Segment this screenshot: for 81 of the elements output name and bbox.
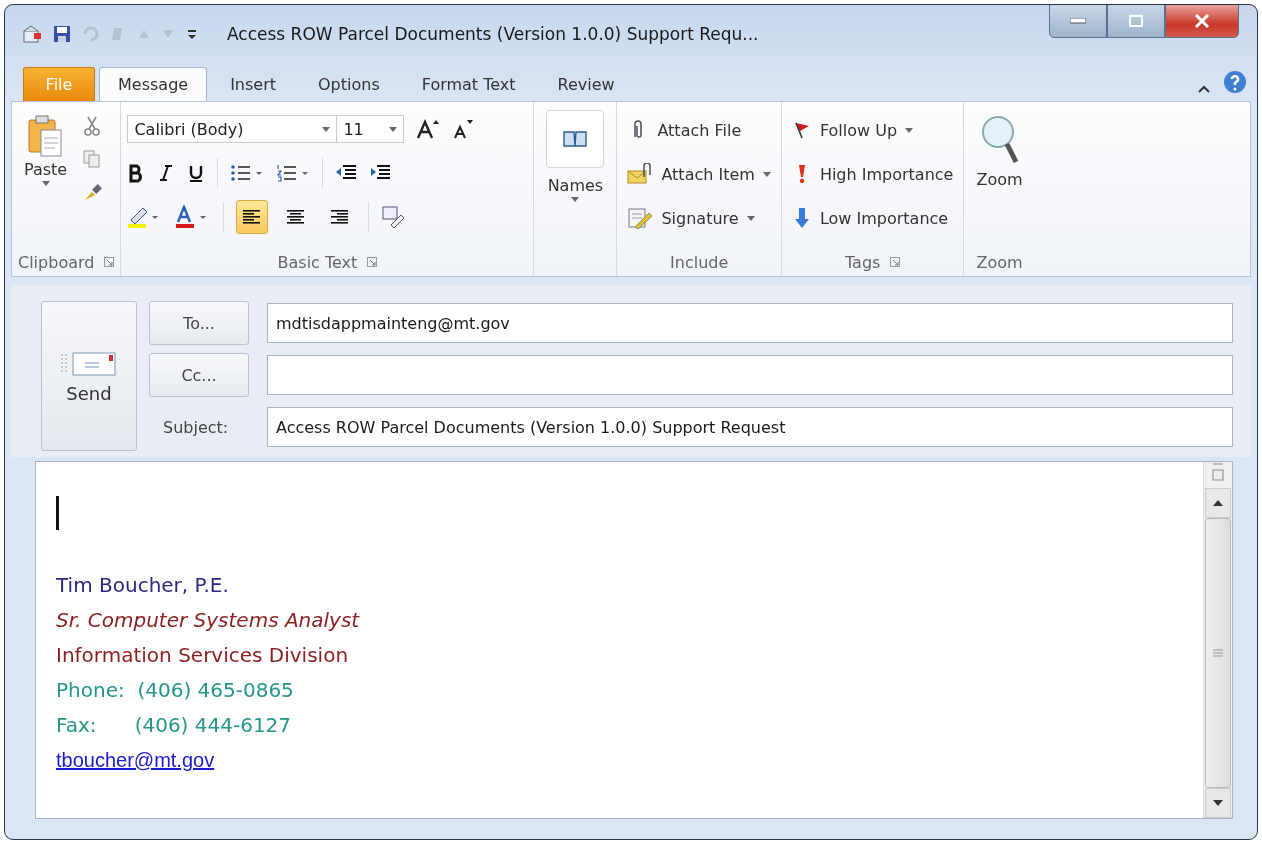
ribbon-tab[interactable]: Review xyxy=(538,67,634,101)
bullets-icon[interactable] xyxy=(230,163,265,183)
signature-button[interactable]: Signature xyxy=(623,198,775,238)
maximize-icon xyxy=(1129,15,1143,27)
send-button[interactable]: Send xyxy=(41,301,137,451)
up-arrow-icon xyxy=(1213,500,1223,506)
collapse-ribbon-icon[interactable] xyxy=(1197,84,1211,94)
group-label: Include xyxy=(670,252,729,272)
minimize-icon xyxy=(1070,18,1086,24)
to-field[interactable]: mdtisdappmainteng@mt.gov xyxy=(267,303,1233,343)
format-painter-icon[interactable] xyxy=(83,182,104,202)
close-icon xyxy=(1194,14,1210,28)
scroll-down-button[interactable] xyxy=(1205,788,1231,818)
save-icon[interactable] xyxy=(53,25,71,43)
caret-icon xyxy=(41,181,50,186)
subject-field[interactable]: Access ROW Parcel Documents (Version 1.0.0) Support Request xyxy=(267,407,1233,447)
align-icon xyxy=(243,209,262,225)
font-size-value: 11 xyxy=(343,119,364,139)
grip-icon xyxy=(1213,649,1223,657)
paste-button[interactable]: Paste xyxy=(18,110,74,248)
minimize-button[interactable] xyxy=(1049,5,1107,38)
exclamation-icon xyxy=(796,163,807,185)
email-link[interactable]: tboucher@mt.gov xyxy=(56,743,215,778)
text-cursor xyxy=(56,496,59,530)
caret-icon xyxy=(905,127,914,133)
caret-icon xyxy=(762,171,771,177)
caret-icon xyxy=(746,215,755,221)
signature-line: Tim Boucher, P.E. xyxy=(56,572,229,599)
attach-file-button[interactable]: Attach File xyxy=(623,110,775,150)
window-title: Access ROW Parcel Documents (Version 1.0.0) Support Requ... xyxy=(227,24,759,44)
cut-icon[interactable] xyxy=(83,116,102,136)
down-arrow-icon xyxy=(1213,800,1223,806)
maximize-button[interactable] xyxy=(1107,5,1165,38)
zoom-button[interactable]: Zoom xyxy=(970,110,1029,248)
signature-line: Fax: (406) 444-6127 xyxy=(56,712,292,739)
clipboard-icon xyxy=(26,114,65,158)
font-name-value: Calibri (Body) xyxy=(134,119,244,139)
styles-icon[interactable] xyxy=(381,205,406,229)
caret-icon xyxy=(571,197,580,202)
ribbon-tab[interactable]: Insert xyxy=(211,67,295,101)
signature-line: Phone: (406) 465-0865 xyxy=(56,677,294,704)
ribbon-tab[interactable]: Options xyxy=(299,67,399,101)
group-label: Basic Text xyxy=(277,252,358,272)
dialog-launcher-icon[interactable] xyxy=(104,257,115,267)
signature-line: Information Services Division xyxy=(56,642,349,669)
scroll-up-button[interactable] xyxy=(1205,488,1231,518)
ribbon-tab[interactable]: Message xyxy=(99,67,208,101)
attach-item-button[interactable]: Attach Item xyxy=(623,154,775,194)
high-importance-button[interactable]: High Importance xyxy=(787,154,958,194)
dialog-launcher-icon[interactable] xyxy=(367,257,378,267)
font-name-field[interactable]: Calibri (Body) xyxy=(127,115,338,143)
align-icon xyxy=(287,209,306,225)
align-icon xyxy=(331,209,350,225)
ribbon-tab[interactable]: Format Text xyxy=(402,67,535,101)
cc-button[interactable]: Cc... xyxy=(149,353,249,397)
scroll-thumb[interactable] xyxy=(1205,518,1231,788)
group-label: Clipboard xyxy=(18,252,95,272)
scrollbar[interactable] xyxy=(1203,462,1232,818)
close-button[interactable] xyxy=(1165,5,1239,38)
caret-icon xyxy=(389,126,398,132)
envelope-clip-icon xyxy=(627,163,654,185)
grow-font-icon[interactable] xyxy=(416,118,441,140)
font-size-field[interactable]: 11 xyxy=(336,115,405,143)
address-book-icon xyxy=(562,128,589,150)
subject-label: Subject: xyxy=(162,417,230,437)
numbering-icon[interactable] xyxy=(276,163,311,183)
signature-icon xyxy=(627,207,654,229)
group-label: Tags xyxy=(844,252,881,272)
help-icon[interactable] xyxy=(1223,70,1247,94)
to-button[interactable]: To... xyxy=(149,301,249,345)
follow-up-button[interactable]: Follow Up xyxy=(787,110,958,150)
group-label: Zoom xyxy=(976,252,1023,272)
cc-field[interactable] xyxy=(267,355,1233,395)
names-button[interactable]: Names xyxy=(540,110,611,248)
dialog-launcher-icon[interactable] xyxy=(890,257,901,267)
signature-line: Sr. Computer Systems Analyst xyxy=(56,607,360,634)
align-left-button[interactable] xyxy=(236,200,269,234)
message-body[interactable]: Tim Boucher, P.E. Sr. Computer Systems Analyst Information Services Division Phone: (406) 465-0865 Fax: (406) 444-6127 tboucher@mt.gov xyxy=(35,461,1233,819)
low-importance-button[interactable]: Low Importance xyxy=(787,198,958,238)
caret-icon xyxy=(322,126,331,132)
shrink-font-icon[interactable] xyxy=(452,118,475,140)
